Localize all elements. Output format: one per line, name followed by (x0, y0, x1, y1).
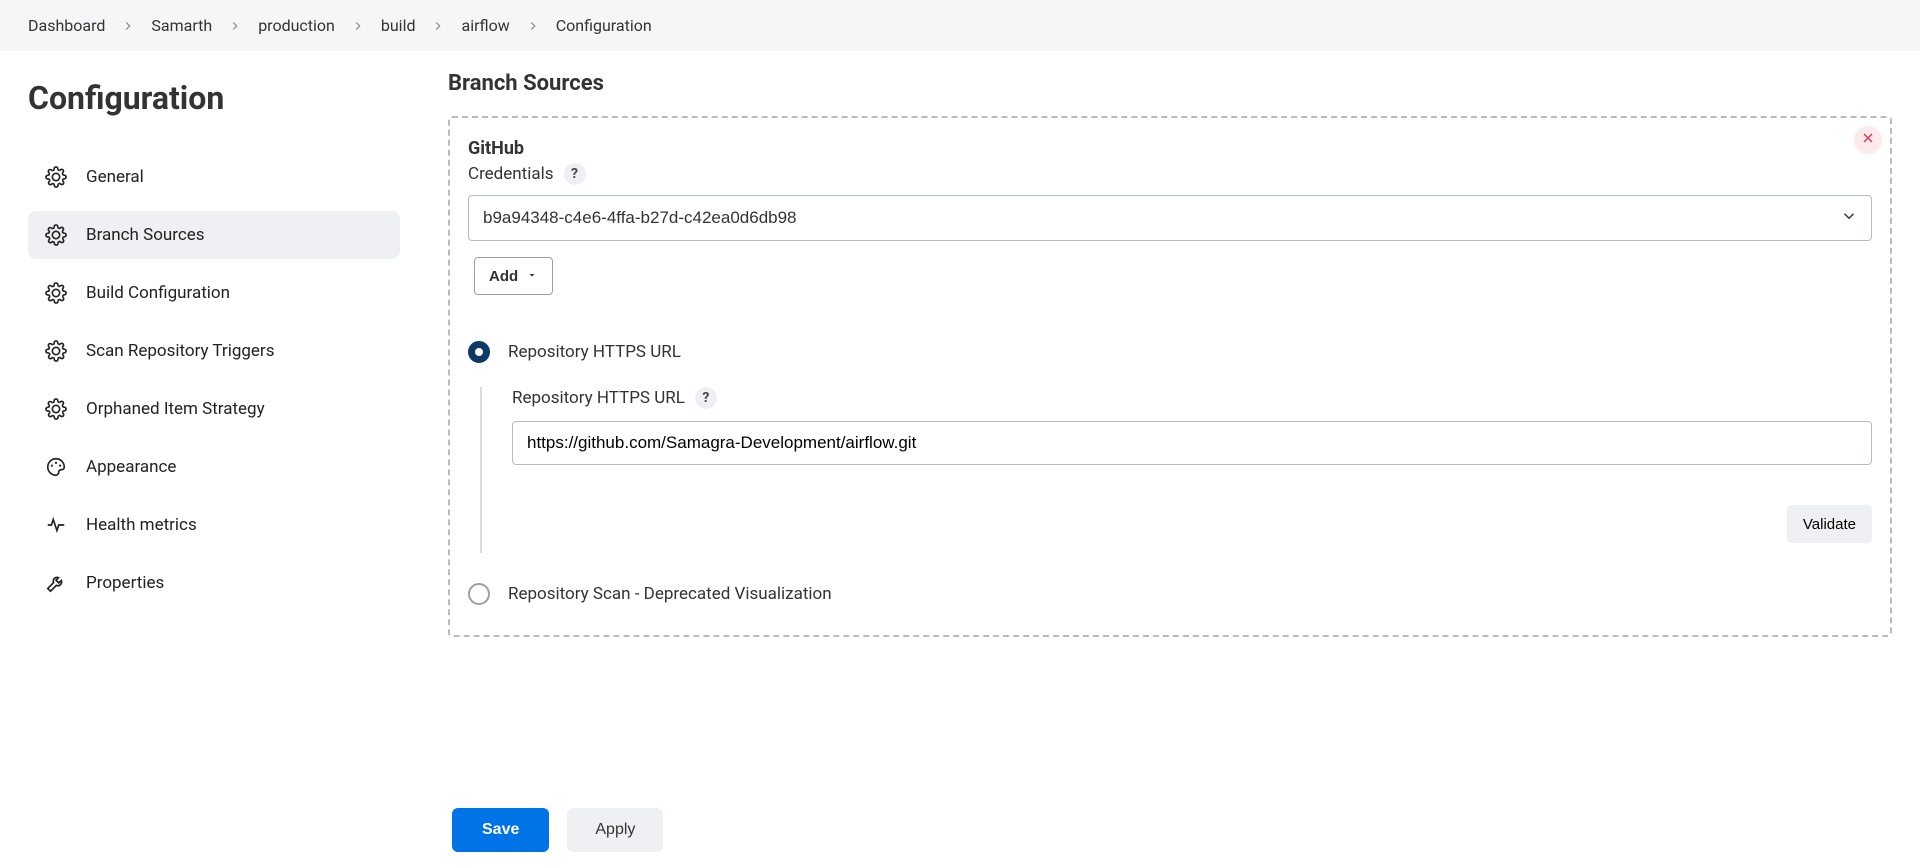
chevron-right-icon (351, 19, 365, 33)
gear-icon (44, 165, 68, 189)
apply-button[interactable]: Apply (567, 808, 663, 852)
gear-icon (44, 223, 68, 247)
gear-icon (44, 281, 68, 305)
sidebar-item-label: Health metrics (86, 515, 197, 535)
chevron-right-icon (121, 19, 135, 33)
wrench-icon (44, 571, 68, 595)
sidebar-item-build-configuration[interactable]: Build Configuration (28, 269, 400, 317)
palette-icon (44, 455, 68, 479)
footer-bar: Save Apply (0, 792, 1920, 868)
help-icon[interactable]: ? (564, 163, 586, 185)
sidebar-item-label: Appearance (86, 457, 176, 477)
add-button-label: Add (489, 268, 518, 285)
chevron-right-icon (431, 19, 445, 33)
section-title: Branch Sources (448, 71, 1892, 96)
breadcrumb-item[interactable]: build (381, 16, 416, 35)
sidebar-item-scan-repository-triggers[interactable]: Scan Repository Triggers (28, 327, 400, 375)
chevron-right-icon (228, 19, 242, 33)
sidebar-item-general[interactable]: General (28, 153, 400, 201)
breadcrumb-item[interactable]: production (258, 16, 335, 35)
chevron-right-icon (526, 19, 540, 33)
sidebar-item-label: General (86, 167, 144, 187)
sidebar-item-health-metrics[interactable]: Health metrics (28, 501, 400, 549)
repo-scan-radio[interactable] (468, 583, 490, 605)
sidebar-item-label: Build Configuration (86, 283, 230, 303)
save-button[interactable]: Save (452, 808, 549, 852)
caret-down-icon (526, 268, 538, 285)
repo-https-label: Repository HTTPS URL (508, 342, 681, 362)
heartbeat-icon (44, 513, 68, 537)
nav-list: General Branch Sources Build Configurati… (28, 153, 400, 607)
sidebar-item-orphaned-item-strategy[interactable]: Orphaned Item Strategy (28, 385, 400, 433)
close-icon (1860, 130, 1876, 150)
gear-icon (44, 397, 68, 421)
repo-https-radio[interactable] (468, 341, 490, 363)
sidebar: Configuration General Branch Sources Bui… (0, 51, 420, 757)
repo-scan-label: Repository Scan - Deprecated Visualizati… (508, 584, 832, 604)
validate-button[interactable]: Validate (1787, 505, 1872, 543)
breadcrumb-item[interactable]: Samarth (151, 16, 212, 35)
credentials-select[interactable]: b9a94348-c4e6-4ffa-b27d-c42ea0d6db98 (468, 195, 1872, 241)
sidebar-item-label: Properties (86, 573, 164, 593)
main-content: Branch Sources GitHub Credentials ? b9a9… (420, 51, 1920, 757)
repo-url-input[interactable] (512, 421, 1872, 465)
breadcrumb-item[interactable]: Configuration (556, 16, 652, 35)
sidebar-item-appearance[interactable]: Appearance (28, 443, 400, 491)
help-icon[interactable]: ? (695, 387, 717, 409)
panel-heading: GitHub (468, 138, 1872, 159)
delete-source-button[interactable] (1854, 126, 1882, 154)
sidebar-item-branch-sources[interactable]: Branch Sources (28, 211, 400, 259)
add-credentials-button[interactable]: Add (474, 257, 553, 295)
sidebar-item-label: Orphaned Item Strategy (86, 399, 265, 419)
breadcrumb: Dashboard Samarth production build airfl… (0, 0, 1920, 51)
sidebar-item-label: Branch Sources (86, 225, 205, 245)
repo-url-label: Repository HTTPS URL (512, 388, 685, 408)
sidebar-item-properties[interactable]: Properties (28, 559, 400, 607)
breadcrumb-item[interactable]: Dashboard (28, 16, 105, 35)
breadcrumb-item[interactable]: airflow (461, 16, 509, 35)
sidebar-item-label: Scan Repository Triggers (86, 341, 274, 361)
github-source-panel: GitHub Credentials ? b9a94348-c4e6-4ffa-… (448, 116, 1892, 637)
gear-icon (44, 339, 68, 363)
credentials-label: Credentials (468, 164, 554, 184)
page-title: Configuration (28, 79, 400, 117)
